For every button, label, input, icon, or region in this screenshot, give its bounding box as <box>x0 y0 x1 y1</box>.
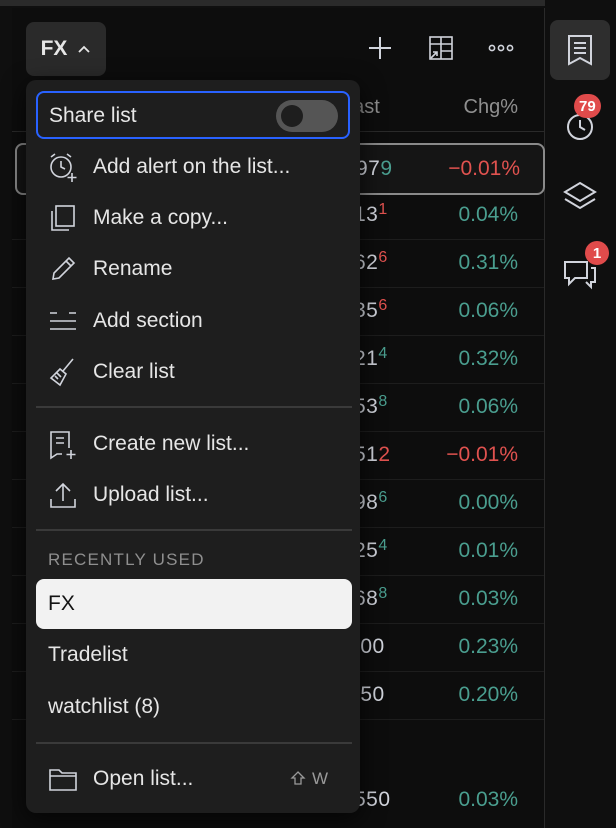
recent-list-watchlist[interactable]: watchlist (8) <box>36 682 352 732</box>
menu-item-label: Clear list <box>93 360 175 383</box>
more-options-button[interactable] <box>481 28 521 68</box>
layers-icon <box>563 181 597 210</box>
last-price: 979 <box>356 157 393 180</box>
change-percent: 0.32% <box>458 347 518 370</box>
more-horizontal-icon <box>488 44 514 52</box>
add-symbol-button[interactable] <box>360 28 400 68</box>
pencil-icon <box>46 252 80 286</box>
clear-list-menu-item[interactable]: Clear list <box>36 350 350 394</box>
change-percent: 0.03% <box>458 788 518 811</box>
menu-item-label: Add alert on the list... <box>93 155 291 178</box>
add-section-menu-item[interactable]: Add section <box>36 299 350 343</box>
menu-item-label: Open list... <box>93 767 194 790</box>
recent-list-tradelist[interactable]: Tradelist <box>36 630 352 680</box>
add-alert-menu-item[interactable]: Add alert on the list... <box>36 145 350 189</box>
chats-count-badge: 1 <box>585 241 609 265</box>
menu-item-label: Create new list... <box>93 432 250 455</box>
watchlist-button[interactable] <box>550 20 610 80</box>
make-copy-menu-item[interactable]: Make a copy... <box>36 196 350 240</box>
recent-list-fx[interactable]: FX <box>36 579 352 629</box>
recent-list-label: Tradelist <box>48 643 128 666</box>
table-arrow-icon <box>429 36 453 60</box>
new-list-icon <box>46 427 80 461</box>
change-percent: 0.06% <box>458 299 518 322</box>
change-percent: 0.23% <box>458 635 518 658</box>
broom-icon <box>46 355 80 389</box>
menu-divider <box>36 406 352 408</box>
list-name: FX <box>40 37 68 60</box>
recent-list-label: watchlist (8) <box>48 695 161 718</box>
plus-icon <box>369 37 391 59</box>
menu-item-label: Add section <box>93 309 203 332</box>
list-selector-button[interactable]: FX <box>26 22 106 76</box>
recent-list-label: FX <box>48 592 75 615</box>
share-list-switch[interactable] <box>276 100 338 132</box>
menu-item-label: Upload list... <box>93 483 209 506</box>
window-top-edge <box>0 0 616 6</box>
change-percent: 0.06% <box>458 395 518 418</box>
column-header-chg[interactable]: Chg% <box>464 96 518 119</box>
upload-list-menu-item[interactable]: Upload list... <box>36 473 350 517</box>
create-new-list-menu-item[interactable]: Create new list... <box>36 422 350 466</box>
rename-menu-item[interactable]: Rename <box>36 247 350 291</box>
change-percent: −0.01% <box>446 443 518 466</box>
menu-item-label: Make a copy... <box>93 206 229 229</box>
recently-used-heading: RECENTLY USED <box>48 550 205 569</box>
menu-item-label: Rename <box>93 257 173 280</box>
change-percent: 0.31% <box>458 251 518 274</box>
object-tree-button[interactable] <box>550 166 610 226</box>
section-icon <box>46 304 80 338</box>
change-percent: 0.03% <box>458 587 518 610</box>
chevron-up-icon <box>78 45 91 53</box>
folder-icon <box>46 762 80 796</box>
change-percent: −0.01% <box>448 157 520 180</box>
alerts-count-badge: 79 <box>574 94 601 118</box>
switch-knob <box>281 105 303 127</box>
change-percent: 0.01% <box>458 539 518 562</box>
copy-icon <box>46 201 80 235</box>
menu-divider <box>36 742 352 744</box>
change-percent: 0.04% <box>458 203 518 226</box>
change-percent: 0.00% <box>458 491 518 514</box>
share-list-label: Share list <box>49 104 137 127</box>
shift-key-icon <box>290 771 306 785</box>
watchlist-icon <box>568 35 592 66</box>
open-list-menu-item[interactable]: Open list... W <box>36 757 350 801</box>
alarm-add-icon <box>46 150 80 184</box>
advanced-view-button[interactable] <box>420 28 460 68</box>
open-list-shortcut: W <box>290 769 328 789</box>
menu-divider <box>36 529 352 531</box>
upload-icon <box>46 478 80 512</box>
share-list-toggle-row[interactable]: Share list <box>36 91 350 139</box>
change-percent: 0.20% <box>458 683 518 706</box>
